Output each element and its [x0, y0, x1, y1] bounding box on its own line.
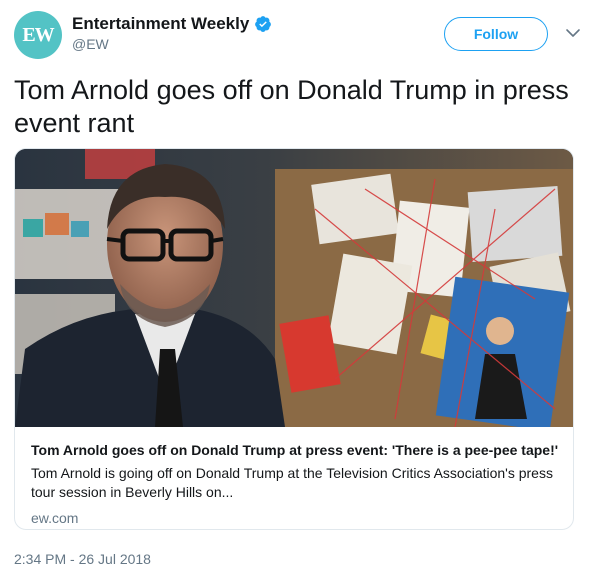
card-body[interactable]: Tom Arnold goes off on Donald Trump at p… — [15, 427, 573, 526]
follow-button[interactable]: Follow — [444, 17, 548, 51]
display-name[interactable]: Entertainment Weekly — [72, 14, 249, 34]
chevron-down-icon[interactable] — [564, 24, 582, 42]
tweet-timestamp[interactable]: 2:34 PM - 26 Jul 2018 — [14, 551, 151, 567]
display-name-row[interactable]: Entertainment Weekly — [72, 14, 272, 34]
card-title[interactable]: Tom Arnold goes off on Donald Trump at p… — [31, 441, 558, 459]
tweet-header: EW Entertainment Weekly @EW Follow — [14, 11, 582, 63]
tweet-container: EW Entertainment Weekly @EW Follow Tom A… — [0, 0, 596, 573]
avatar-text: EW — [22, 23, 54, 46]
card-image[interactable] — [15, 149, 573, 427]
card-photo — [15, 149, 573, 427]
tweet-text: Tom Arnold goes off on Donald Trump in p… — [14, 75, 569, 138]
card-description: Tom Arnold is going off on Donald Trump … — [31, 465, 553, 500]
card-domain: ew.com — [31, 510, 79, 526]
link-card[interactable]: Tom Arnold goes off on Donald Trump at p… — [14, 148, 574, 530]
author-block[interactable]: Entertainment Weekly @EW — [72, 14, 272, 52]
verified-badge-icon — [255, 16, 272, 32]
handle[interactable]: @EW — [72, 36, 272, 52]
avatar[interactable]: EW — [14, 11, 62, 59]
